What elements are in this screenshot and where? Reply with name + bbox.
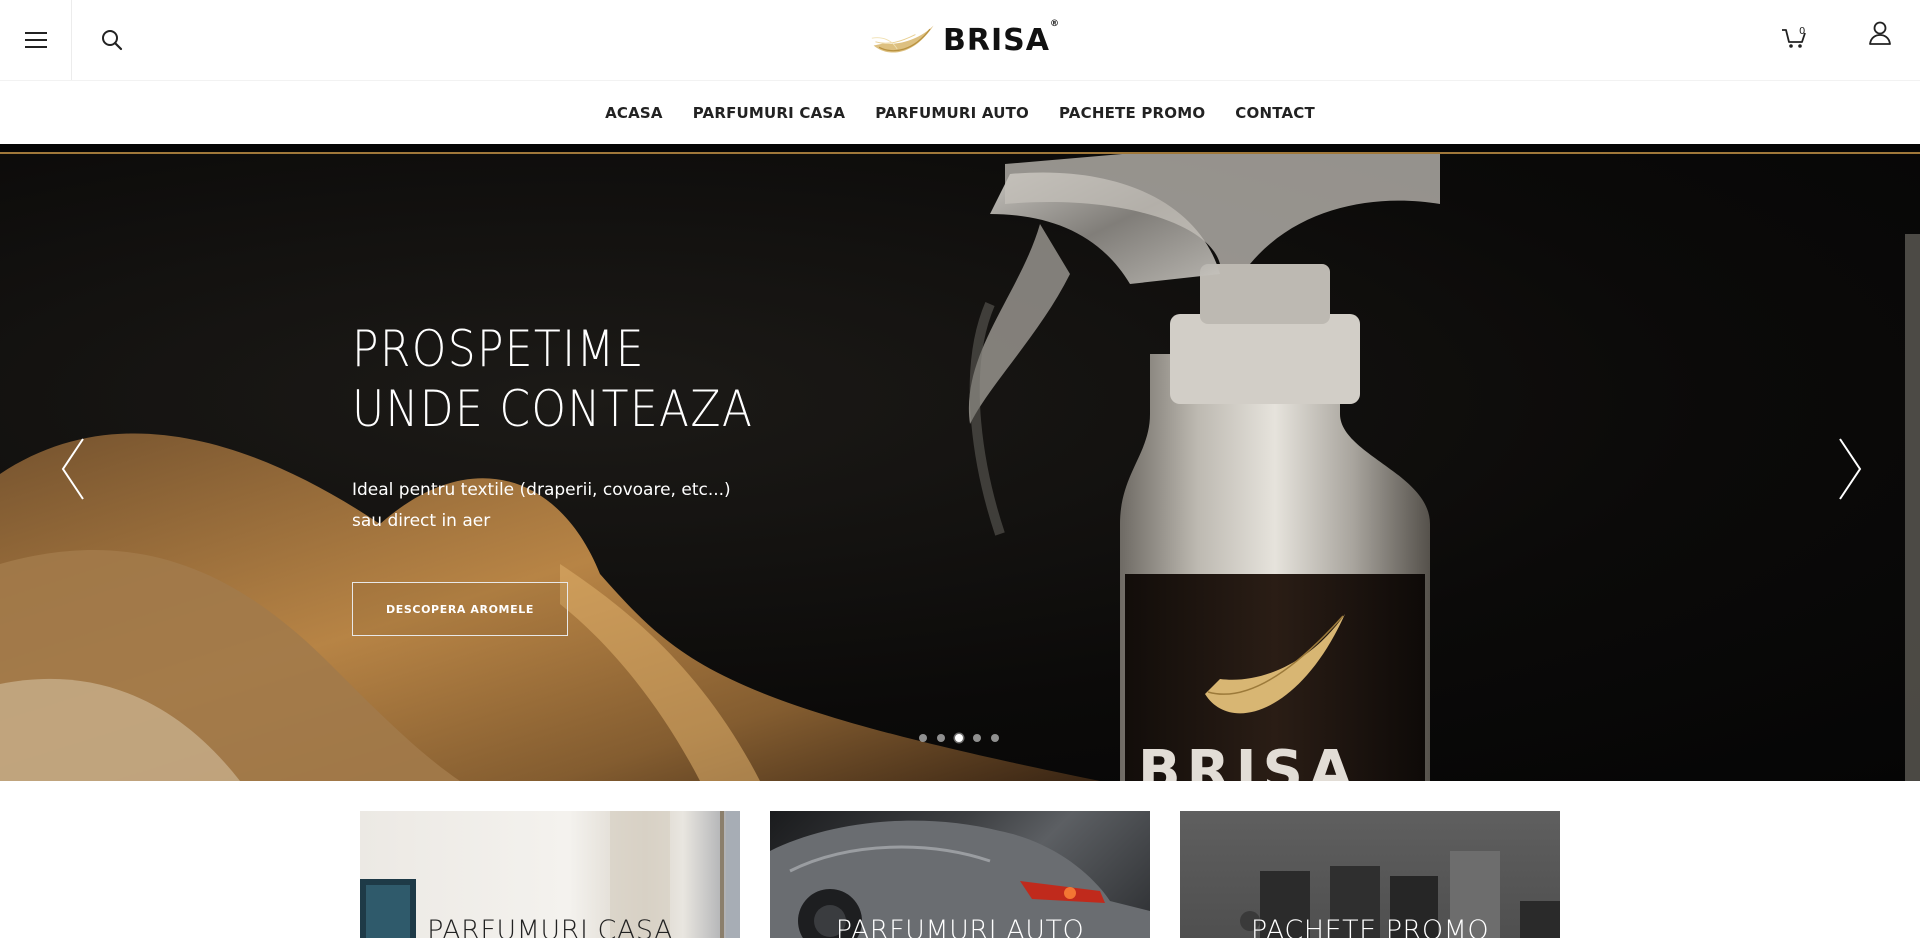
chevron-right-icon: [1839, 438, 1862, 500]
hero-title-line-1: PROSPETIME: [352, 320, 645, 378]
hero-description-line-2: sau direct in aer: [352, 511, 491, 531]
search-icon: [102, 30, 123, 51]
hero-background-image: [0, 144, 1920, 781]
category-card-pachete-promo[interactable]: PACHETE PROMO: [1180, 811, 1560, 938]
chevron-left-icon: [61, 438, 84, 500]
hamburger-menu-icon: [24, 32, 47, 48]
discover-aromas-button[interactable]: DESCOPERA AROMELE: [352, 582, 568, 636]
category-card-label: PARFUMURI CASA: [427, 915, 673, 938]
nav-item-pachete-promo[interactable]: PACHETE PROMO: [1059, 104, 1205, 122]
slider-dot-4[interactable]: [973, 734, 981, 742]
nav-item-parfumuri-casa[interactable]: PARFUMURI CASA: [693, 104, 846, 122]
category-cards: PARFUMURI CASA PARFUMURI AUTO PACHETE PR…: [0, 811, 1920, 938]
nav-item-acasa[interactable]: ACASA: [605, 104, 663, 122]
cart-count-badge: 0: [1799, 26, 1806, 37]
brand-logo[interactable]: BRISA®: [870, 14, 1060, 66]
menu-button[interactable]: [0, 0, 72, 80]
hero-top-border: [0, 144, 1920, 154]
hero-slider: BRISA PROSPETIME UNDE CONTEAZA Ideal pen…: [0, 144, 1920, 781]
slider-dot-5[interactable]: [991, 734, 999, 742]
cart-button[interactable]: 0: [1780, 18, 1816, 54]
category-card-parfumuri-casa[interactable]: PARFUMURI CASA: [360, 811, 740, 938]
slider-prev-button[interactable]: [55, 434, 95, 504]
bottle-brand-text: BRISA: [1138, 739, 1359, 782]
slider-dot-3[interactable]: [955, 734, 963, 742]
nav-item-parfumuri-auto[interactable]: PARFUMURI AUTO: [875, 104, 1029, 122]
hero-description: Ideal pentru textile (draperii, covoare,…: [352, 475, 772, 537]
category-card-label: PARFUMURI AUTO: [835, 915, 1085, 938]
main-navigation: ACASA PARFUMURI CASA PARFUMURI AUTO PACH…: [0, 80, 1920, 144]
nav-item-contact[interactable]: CONTACT: [1235, 104, 1315, 122]
search-button[interactable]: [72, 0, 152, 80]
user-account-icon: [1869, 21, 1891, 45]
account-button[interactable]: [1868, 20, 1904, 56]
hero-title-line-2: UNDE CONTEAZA: [352, 380, 754, 438]
category-card-parfumuri-auto[interactable]: PARFUMURI AUTO: [770, 811, 1150, 938]
brand-name: BRISA®: [943, 18, 1060, 58]
slider-next-button[interactable]: [1828, 434, 1868, 504]
slider-dot-2[interactable]: [937, 734, 945, 742]
site-header: BRISA® 0: [0, 0, 1920, 80]
feather-logo-icon: [871, 25, 934, 53]
slider-dot-1[interactable]: [919, 734, 927, 742]
hero-description-line-1: Ideal pentru textile (draperii, covoare,…: [352, 480, 731, 500]
hero-title: PROSPETIME UNDE CONTEAZA: [352, 319, 808, 439]
slider-pagination: [919, 734, 999, 742]
category-card-label: PACHETE PROMO: [1250, 915, 1490, 938]
